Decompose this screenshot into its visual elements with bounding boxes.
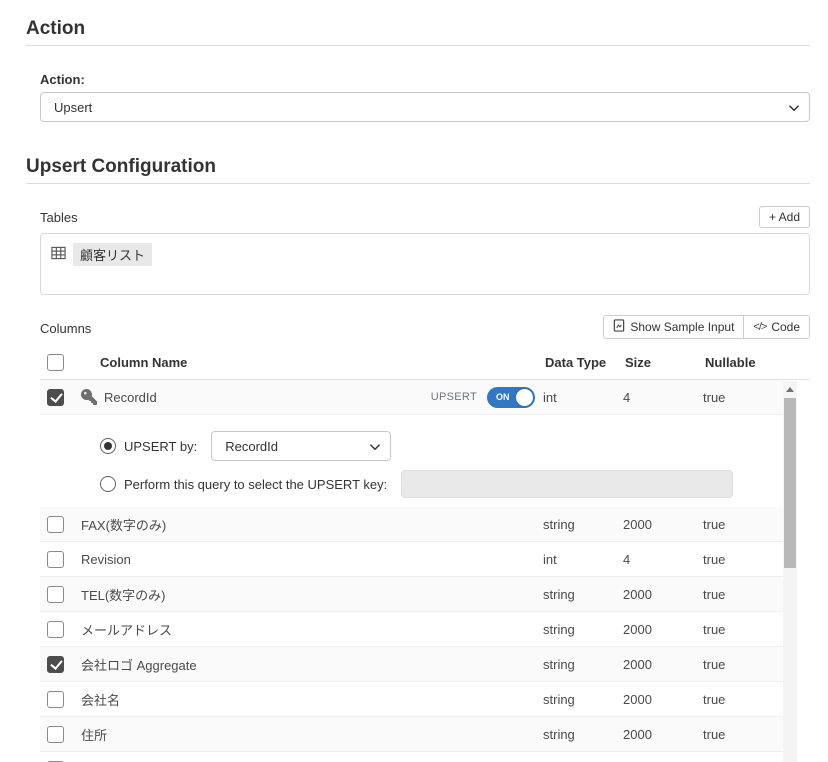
upsert-by-radio[interactable] — [100, 438, 116, 454]
table-row[interactable]: FAX(数字のみ) string 2000 true — [40, 507, 783, 542]
upsert-key-config: UPSERT by: RecordId Perform this query t… — [40, 415, 783, 507]
table-row[interactable]: 備考 string 2000 true — [40, 752, 783, 762]
table-row[interactable]: 住所 string 2000 true — [40, 717, 783, 752]
column-name: Revision — [81, 551, 131, 567]
toggle-on-text: ON — [496, 392, 510, 402]
section-divider — [26, 183, 810, 184]
row-checkbox[interactable] — [47, 690, 64, 708]
row-checkbox[interactable] — [47, 620, 64, 638]
columns-table-header: Column Name Data Type Size Nullable — [40, 346, 810, 380]
columns-table-body: RecordId UPSERT ON int 4 true UPSERT by:… — [40, 380, 810, 762]
row-checkbox[interactable] — [47, 725, 64, 743]
column-size: 2000 — [623, 691, 652, 707]
column-data-type: string — [543, 726, 575, 742]
action-select-value: Upsert — [54, 99, 93, 115]
column-nullable: true — [703, 691, 726, 707]
upsert-query-input[interactable] — [401, 470, 734, 498]
show-sample-input-button[interactable]: Show Sample Input — [603, 315, 745, 339]
tables-label: Tables — [40, 210, 78, 225]
column-data-type: int — [543, 551, 557, 567]
column-name: 住所 — [81, 727, 108, 743]
column-nullable: true — [703, 726, 726, 742]
upsert-query-radio[interactable] — [100, 476, 116, 492]
column-size: 2000 — [623, 726, 652, 742]
column-size: 2000 — [623, 621, 652, 637]
column-name: メールアドレス — [81, 622, 173, 638]
row-checkbox[interactable] — [47, 550, 64, 568]
table-row[interactable]: 会社ロゴ Aggregate string 2000 true — [40, 647, 783, 682]
upsert-action-page: Action Action: Upsert Upsert Configurati… — [0, 0, 828, 762]
column-data-type: string — [543, 516, 575, 532]
header-column-name: Column Name — [100, 355, 188, 370]
toggle-knob — [516, 388, 533, 406]
column-name: 会社ロゴ Aggregate — [81, 657, 197, 673]
column-data-type: string — [543, 586, 575, 602]
scrollbar-thumb[interactable] — [784, 398, 796, 568]
upsert-query-label: Perform this query to select the UPSERT … — [124, 476, 388, 492]
header-data-type: Data Type — [545, 355, 607, 370]
table-chip[interactable]: 顧客リスト — [51, 243, 153, 266]
section-divider — [26, 45, 810, 46]
upsert-toggle[interactable]: ON — [487, 386, 535, 408]
row-checkbox[interactable] — [47, 585, 64, 603]
action-select[interactable]: Upsert — [40, 92, 810, 122]
column-data-type: string — [543, 691, 575, 707]
column-nullable: true — [703, 586, 726, 602]
column-nullable: true — [703, 389, 726, 405]
header-nullable: Nullable — [705, 355, 756, 370]
columns-label: Columns — [40, 321, 92, 336]
row-checkbox[interactable] — [47, 515, 64, 533]
add-table-button[interactable]: + Add — [758, 206, 810, 228]
row-checkbox[interactable] — [47, 388, 64, 406]
column-name: TEL(数字のみ) — [81, 587, 166, 603]
column-data-type: int — [543, 389, 557, 405]
chevron-down-icon — [788, 102, 800, 117]
sample-document-icon — [613, 319, 625, 335]
columns-rows-container: FAX(数字のみ) string 2000 true Revision int … — [40, 507, 783, 762]
column-nullable: true — [703, 516, 726, 532]
columns-scrollbar[interactable] — [783, 381, 797, 762]
table-chip-label: 顧客リスト — [73, 243, 153, 266]
action-section-title: Action — [26, 18, 86, 39]
header-size: Size — [625, 355, 652, 370]
table-grid-icon — [51, 246, 66, 263]
upsert-label: UPSERT — [430, 391, 477, 403]
column-nullable: true — [703, 621, 726, 637]
row-checkbox[interactable] — [47, 655, 64, 673]
tables-box: 顧客リスト — [40, 233, 810, 295]
table-row[interactable]: TEL(数字のみ) string 2000 true — [40, 577, 783, 612]
column-size: 2000 — [623, 586, 652, 602]
column-size: 4 — [623, 389, 631, 405]
column-size: 2000 — [623, 516, 652, 532]
scroll-up-arrow-icon — [786, 386, 794, 392]
code-button[interactable]: </> Code — [743, 315, 810, 339]
code-icon: </> — [753, 321, 767, 333]
column-nullable: true — [703, 551, 726, 567]
table-row[interactable]: Revision int 4 true — [40, 542, 783, 577]
column-name: 会社名 — [81, 692, 121, 708]
action-field-label: Action: — [40, 72, 85, 87]
upsert-section-title: Upsert Configuration — [26, 156, 216, 177]
chevron-down-icon — [369, 441, 381, 456]
column-name: FAX(数字のみ) — [81, 517, 167, 533]
column-data-type: string — [543, 656, 575, 672]
column-name: RecordId — [104, 389, 157, 405]
table-row-recordid[interactable]: RecordId UPSERT ON int 4 true — [40, 380, 783, 415]
column-nullable: true — [703, 656, 726, 672]
columns-table: Column Name Data Type Size Nullable Reco… — [40, 346, 810, 762]
key-icon — [81, 389, 97, 405]
scroll-up-button[interactable] — [783, 381, 797, 397]
columns-toolbar: Show Sample Input </> Code — [603, 315, 810, 339]
upsert-by-label: UPSERT by: — [124, 438, 198, 454]
upsert-by-select-value: RecordId — [225, 438, 278, 454]
upsert-by-select[interactable]: RecordId — [211, 431, 392, 461]
table-row[interactable]: メールアドレス string 2000 true — [40, 612, 783, 647]
column-size: 2000 — [623, 656, 652, 672]
column-size: 4 — [623, 551, 631, 567]
table-row[interactable]: 会社名 string 2000 true — [40, 682, 783, 717]
column-data-type: string — [543, 621, 575, 637]
select-all-checkbox[interactable] — [47, 354, 64, 371]
